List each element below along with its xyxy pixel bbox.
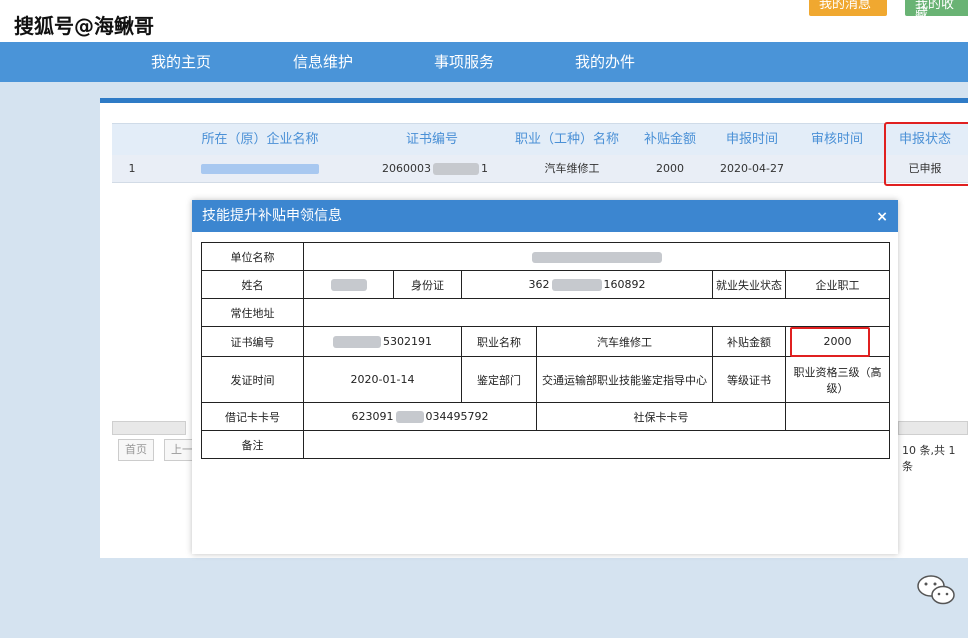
table-row[interactable]: 1 2060003 1 汽车维修工 2000 2020-04-27 已申报 [112,155,968,183]
row-index: 1 [128,162,136,175]
col-header-cert-no[interactable]: 证书编号 [382,124,482,156]
nav-item-home[interactable]: 我的主页 [151,42,211,82]
label-social-card: 社保卡卡号 [536,402,786,431]
value-employment-status: 企业职工 [784,270,891,299]
status-highlight-box [884,122,968,186]
col-header-apply-time[interactable]: 申报时间 [722,124,782,156]
label-grade-cert: 等级证书 [712,356,786,403]
col-header-review-time[interactable]: 审核时间 [807,124,867,156]
label-debit-card: 借记卡卡号 [201,402,304,431]
subsidy-info-dialog: 技能提升补贴申领信息 × 单位名称 姓名 身份证 362 160892 就业失业状… [192,200,898,554]
subsidy-info-table: 单位名称 姓名 身份证 362 160892 就业失业状态 企业职工 常住地址 证… [201,242,891,459]
dialog-header: 技能提升补贴申领信息 × [192,200,898,232]
favorites-button[interactable]: 我的收藏 [905,0,968,21]
wechat-icon [916,572,956,608]
review-time-cell [807,155,867,183]
label-subsidy-amount: 补贴金额 [712,326,786,357]
occupation-cell: 汽车维修工 [544,162,600,175]
value-job-name: 汽车维修工 [536,326,713,357]
nav-item-services[interactable]: 事项服务 [434,42,494,82]
label-issue-date: 发证时间 [201,356,304,403]
horizontal-scrollbar-right[interactable] [898,421,968,435]
value-remarks [302,430,891,459]
amount-cell: 2000 [656,162,684,175]
col-header-company[interactable]: 所在（原）企业名称 [160,124,360,156]
value-id-card: 362 160892 [461,270,713,299]
messages-button[interactable]: 我的消息 [809,0,887,16]
cert-no-cell: 2060003 1 [382,162,488,175]
horizontal-scrollbar-left[interactable] [112,421,186,435]
value-address [302,298,891,327]
value-unit-name [302,242,891,271]
label-employment-status: 就业失业状态 [712,270,786,299]
value-cert-no: 5302191 [303,326,462,357]
amount-highlight-box [790,327,870,357]
value-issue-date: 2020-01-14 [303,356,462,403]
value-appraisal-dept: 交通运输部职业技能鉴定指导中心 [536,356,713,403]
col-header-amount[interactable]: 补贴金额 [640,124,700,156]
first-page-button[interactable]: 首页 [118,439,154,461]
value-grade-cert: 职业资格三级（高级） [784,356,891,403]
label-appraisal-dept: 鉴定部门 [461,356,537,403]
main-nav: 我的主页 信息维护 事项服务 我的办件 [0,42,968,82]
apply-time-cell: 2020-04-27 [720,162,784,175]
label-job-name: 职业名称 [461,326,537,357]
label-address: 常住地址 [201,298,304,327]
watermark-text: 搜狐号@海鳅哥 [14,14,154,38]
label-remarks: 备注 [201,430,304,459]
label-unit-name: 单位名称 [201,242,304,271]
value-debit-card: 623091 034495792 [303,402,537,431]
company-name-redacted [200,155,320,183]
pager-info: 10 条,共 1 条 [902,444,956,473]
nav-item-info-maintenance[interactable]: 信息维护 [293,42,353,82]
nav-item-my-cases[interactable]: 我的办件 [575,42,635,82]
label-id-card: 身份证 [393,270,462,299]
dialog-title: 技能提升补贴申领信息 [202,208,342,224]
value-name [303,270,394,299]
grid-header: 所在（原）企业名称 证书编号 职业（工种）名称 补贴金额 申报时间 审核时间 申… [112,123,968,155]
value-social-card [784,402,891,431]
col-header-occupation[interactable]: 职业（工种）名称 [502,124,632,156]
close-icon[interactable]: × [876,200,888,234]
label-name: 姓名 [201,270,304,299]
label-cert-no: 证书编号 [201,326,304,357]
